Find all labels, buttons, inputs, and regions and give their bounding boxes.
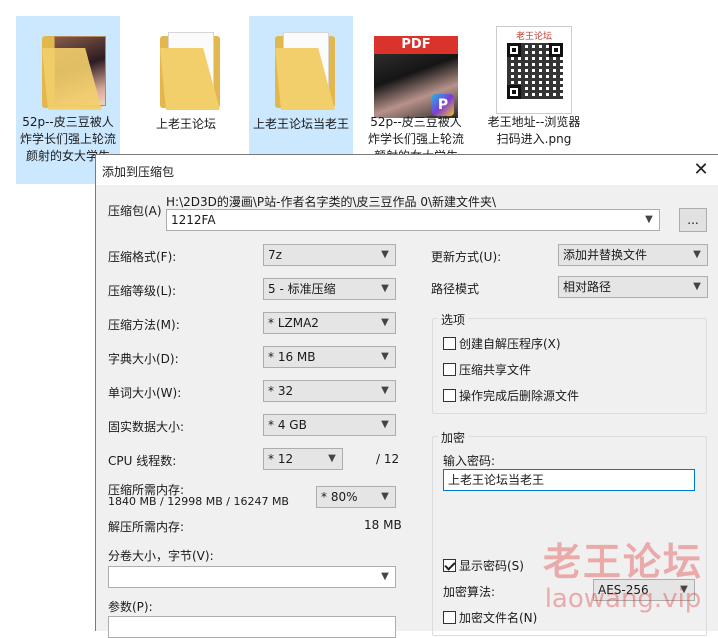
archive-label: 压缩包(A): [108, 204, 162, 218]
pdf-thumbnail: PDF P: [364, 22, 468, 120]
sfx-checkbox[interactable]: 创建自解压程序(X): [443, 335, 561, 352]
cpu-threads-value: * 12: [268, 452, 294, 466]
encryption-title: 加密: [438, 429, 469, 446]
word-size-select[interactable]: * 32 ▼: [263, 380, 396, 402]
chevron-down-icon: ▼: [381, 249, 389, 260]
level-label: 压缩等级(L):: [108, 284, 177, 298]
memory-usage-select[interactable]: * 80% ▼: [316, 486, 396, 508]
encryption-method-label: 加密算法:: [443, 585, 496, 599]
solid-size-select[interactable]: * 4 GB ▼: [263, 414, 396, 436]
update-mode-value: 添加并替换文件: [563, 248, 648, 262]
memory-usage-value: * 80%: [321, 490, 358, 504]
dict-size-select[interactable]: * 16 MB ▼: [263, 346, 396, 368]
chevron-down-icon: ▼: [693, 281, 701, 292]
encrypt-names-checkbox[interactable]: 加密文件名(N): [443, 609, 537, 626]
cpu-threads-select[interactable]: * 12 ▼: [263, 448, 343, 470]
chevron-down-icon: ▼: [381, 571, 389, 582]
format-value: 7z: [268, 248, 282, 262]
password-input[interactable]: 上老王论坛当老王: [443, 469, 695, 491]
show-password-label: 显示密码(S): [459, 559, 524, 573]
checkbox-icon: [443, 363, 456, 376]
path-mode-value: 相对路径: [563, 280, 612, 294]
dict-size-label: 字典大小(D):: [108, 352, 179, 366]
checkbox-icon: [443, 337, 456, 350]
file-name: 上老王论坛当老王: [252, 117, 349, 131]
checkbox-icon: [443, 611, 456, 624]
archive-name-value: 1212FA: [171, 213, 216, 227]
pdf-label: PDF: [374, 36, 458, 54]
encryption-method-select[interactable]: AES-256 ▼: [593, 579, 695, 601]
chevron-down-icon: ▼: [381, 491, 389, 502]
sfx-label: 创建自解压程序(X): [459, 337, 561, 351]
update-mode-label: 更新方式(U):: [431, 250, 502, 264]
dict-size-value: * 16 MB: [268, 350, 316, 364]
delete-after-label: 操作完成后删除源文件: [459, 389, 580, 403]
dialog-title: 添加到压缩包: [102, 165, 175, 179]
browse-button[interactable]: ...: [679, 208, 707, 232]
format-select[interactable]: 7z ▼: [263, 244, 396, 266]
close-icon[interactable]: ✕: [690, 159, 712, 181]
encrypt-names-label: 加密文件名(N): [459, 611, 538, 625]
chevron-down-icon: ▼: [381, 419, 389, 430]
app-badge-icon: P: [432, 94, 454, 116]
chevron-down-icon: ▼: [328, 453, 336, 464]
decompress-memory-label: 解压所需内存:: [108, 520, 185, 534]
params-input[interactable]: [108, 616, 396, 638]
solid-size-value: * 4 GB: [268, 418, 307, 432]
folder-icon: [134, 22, 238, 120]
path-mode-label: 路径模式: [431, 282, 480, 296]
chevron-down-icon: ▼: [645, 214, 653, 225]
password-label: 输入密码:: [443, 454, 496, 468]
qr-code-thumbnail: 老王论坛: [482, 22, 586, 120]
checkbox-icon: [443, 389, 456, 402]
decompress-memory-value: 18 MB: [364, 518, 402, 532]
chevron-down-icon: ▼: [381, 283, 389, 294]
checkbox-checked-icon: [443, 559, 456, 572]
chevron-down-icon: ▼: [381, 317, 389, 328]
split-size-combo[interactable]: ▼: [108, 566, 396, 588]
add-to-archive-dialog: 添加到压缩包 ✕ 压缩包(A) H:\2D3D的漫画\P站-作者名字类的\皮三豆…: [95, 154, 718, 638]
qr-title: 老王论坛: [515, 32, 552, 42]
chevron-down-icon: ▼: [381, 385, 389, 396]
encryption-method-value: AES-256: [598, 583, 649, 597]
params-label: 参数(P):: [108, 600, 153, 614]
cpu-threads-total: / 12: [376, 452, 400, 466]
show-password-checkbox[interactable]: 显示密码(S): [443, 557, 524, 574]
archive-path: H:\2D3D的漫画\P站-作者名字类的\皮三豆作品 0\新建文件夹\: [166, 195, 497, 209]
word-size-value: * 32: [268, 384, 294, 398]
level-value: 5 - 标准压缩: [268, 282, 336, 296]
chevron-down-icon: ▼: [381, 351, 389, 362]
level-select[interactable]: 5 - 标准压缩 ▼: [263, 278, 396, 300]
path-mode-select[interactable]: 相对路径 ▼: [558, 276, 708, 298]
split-size-label: 分卷大小，字节(V):: [108, 549, 214, 563]
file-name: 上老王论坛: [155, 117, 216, 131]
folder-icon: [249, 22, 353, 120]
password-value: 上老王论坛当老王: [448, 473, 545, 487]
cpu-threads-label: CPU 线程数:: [108, 454, 177, 468]
memory-info: 1840 MB / 12998 MB / 16247 MB: [108, 495, 289, 508]
archive-name-combo[interactable]: 1212FA ▼: [166, 209, 660, 231]
method-label: 压缩方法(M):: [108, 318, 180, 332]
delete-after-checkbox[interactable]: 操作完成后删除源文件: [443, 387, 579, 404]
options-title: 选项: [438, 311, 469, 328]
file-name: 老王地址--浏览器扫码进入.png: [487, 115, 581, 146]
file-grid: 52p--皮三豆被人炸学长们强上轮流颜射的女大学生 上老王论坛 上老王论坛当老王…: [0, 0, 718, 184]
update-mode-select[interactable]: 添加并替换文件 ▼: [558, 244, 708, 266]
chevron-down-icon: ▼: [680, 584, 688, 595]
folder-thumbnail: [16, 22, 120, 120]
shared-files-label: 压缩共享文件: [459, 363, 532, 377]
solid-size-label: 固实数据大小:: [108, 420, 185, 434]
format-label: 压缩格式(F):: [108, 250, 177, 264]
word-size-label: 单词大小(W):: [108, 386, 182, 400]
dialog-titlebar[interactable]: 添加到压缩包 ✕: [96, 155, 718, 185]
method-select[interactable]: * LZMA2 ▼: [263, 312, 396, 334]
chevron-down-icon: ▼: [693, 249, 701, 260]
shared-files-checkbox[interactable]: 压缩共享文件: [443, 361, 531, 378]
method-value: * LZMA2: [268, 316, 319, 330]
